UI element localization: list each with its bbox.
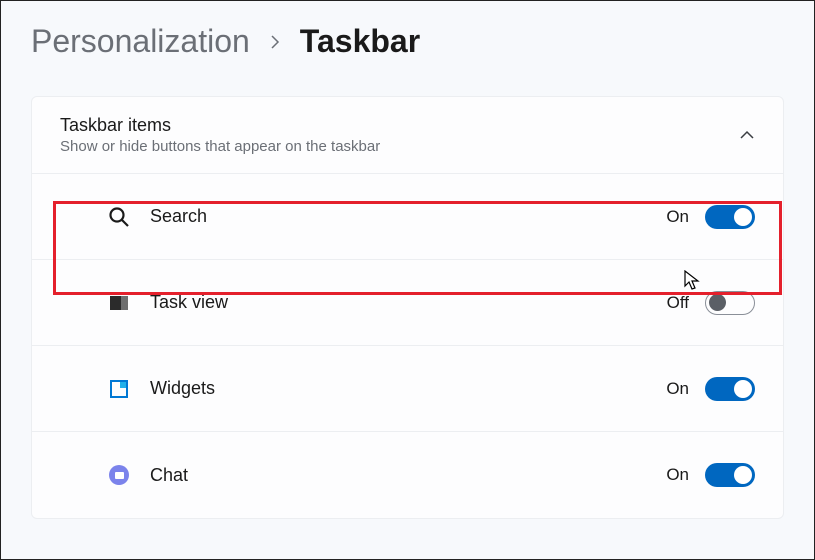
panel-title: Taskbar items: [60, 115, 380, 136]
chat-toggle[interactable]: [705, 463, 755, 487]
taskbar-item-search: Search On: [32, 174, 783, 260]
taskview-icon: [108, 292, 130, 314]
panel-subtitle: Show or hide buttons that appear on the …: [60, 138, 380, 155]
widgets-icon: [108, 378, 130, 400]
item-right: Off: [667, 291, 755, 315]
item-right: On: [666, 463, 755, 487]
chevron-up-icon[interactable]: [739, 127, 755, 143]
search-toggle[interactable]: [705, 205, 755, 229]
breadcrumb-parent[interactable]: Personalization: [31, 23, 250, 60]
taskbar-item-taskview: Task view Off: [32, 260, 783, 346]
toggle-state-label: Off: [667, 293, 689, 313]
taskbar-item-chat: Chat On: [32, 432, 783, 518]
panel-header-text: Taskbar items Show or hide buttons that …: [60, 115, 380, 155]
item-label: Search: [150, 206, 207, 227]
taskbar-items-panel: Taskbar items Show or hide buttons that …: [31, 96, 784, 519]
taskbar-item-widgets: Widgets On: [32, 346, 783, 432]
toggle-state-label: On: [666, 207, 689, 227]
panel-header[interactable]: Taskbar items Show or hide buttons that …: [32, 97, 783, 174]
search-icon: [108, 206, 130, 228]
item-left: Search: [60, 206, 207, 228]
item-left: Widgets: [60, 378, 215, 400]
toggle-state-label: On: [666, 465, 689, 485]
item-label: Widgets: [150, 378, 215, 399]
item-label: Chat: [150, 465, 188, 486]
chat-icon: [108, 464, 130, 486]
item-right: On: [666, 377, 755, 401]
widgets-toggle[interactable]: [705, 377, 755, 401]
item-right: On: [666, 205, 755, 229]
chevron-right-icon: [268, 35, 282, 49]
page-title: Taskbar: [300, 23, 420, 60]
taskview-toggle[interactable]: [705, 291, 755, 315]
item-left: Task view: [60, 292, 228, 314]
toggle-state-label: On: [666, 379, 689, 399]
item-label: Task view: [150, 292, 228, 313]
breadcrumb: Personalization Taskbar: [1, 1, 814, 78]
item-left: Chat: [60, 464, 188, 486]
